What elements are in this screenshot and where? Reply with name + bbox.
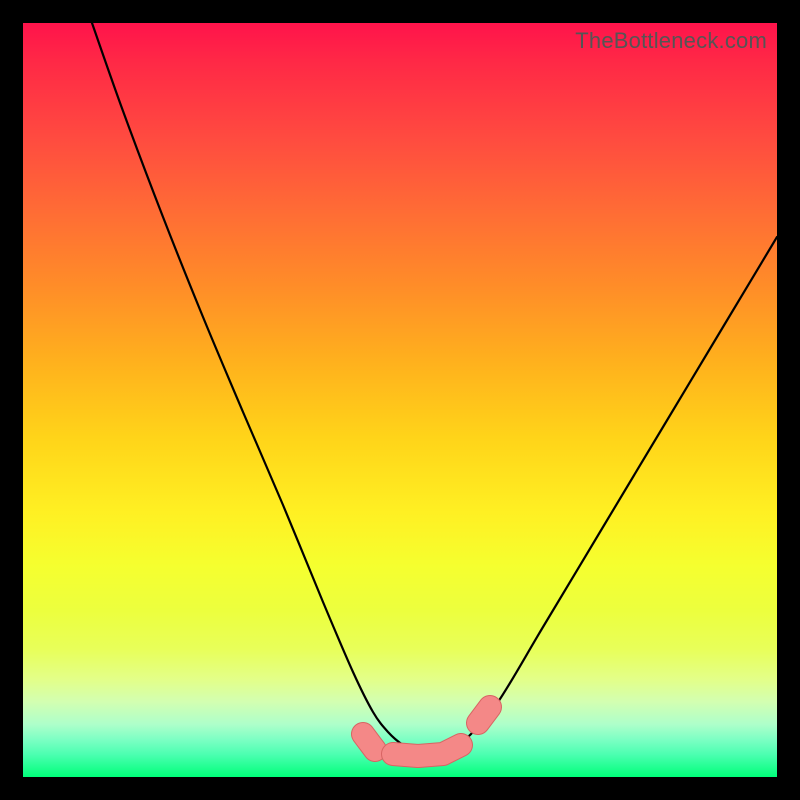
bottleneck-curve xyxy=(92,23,777,754)
chart-frame: TheBottleneck.com xyxy=(0,0,800,800)
sausage-markers xyxy=(363,707,490,756)
plot-area: TheBottleneck.com xyxy=(23,23,777,777)
chart-overlay xyxy=(23,23,777,777)
